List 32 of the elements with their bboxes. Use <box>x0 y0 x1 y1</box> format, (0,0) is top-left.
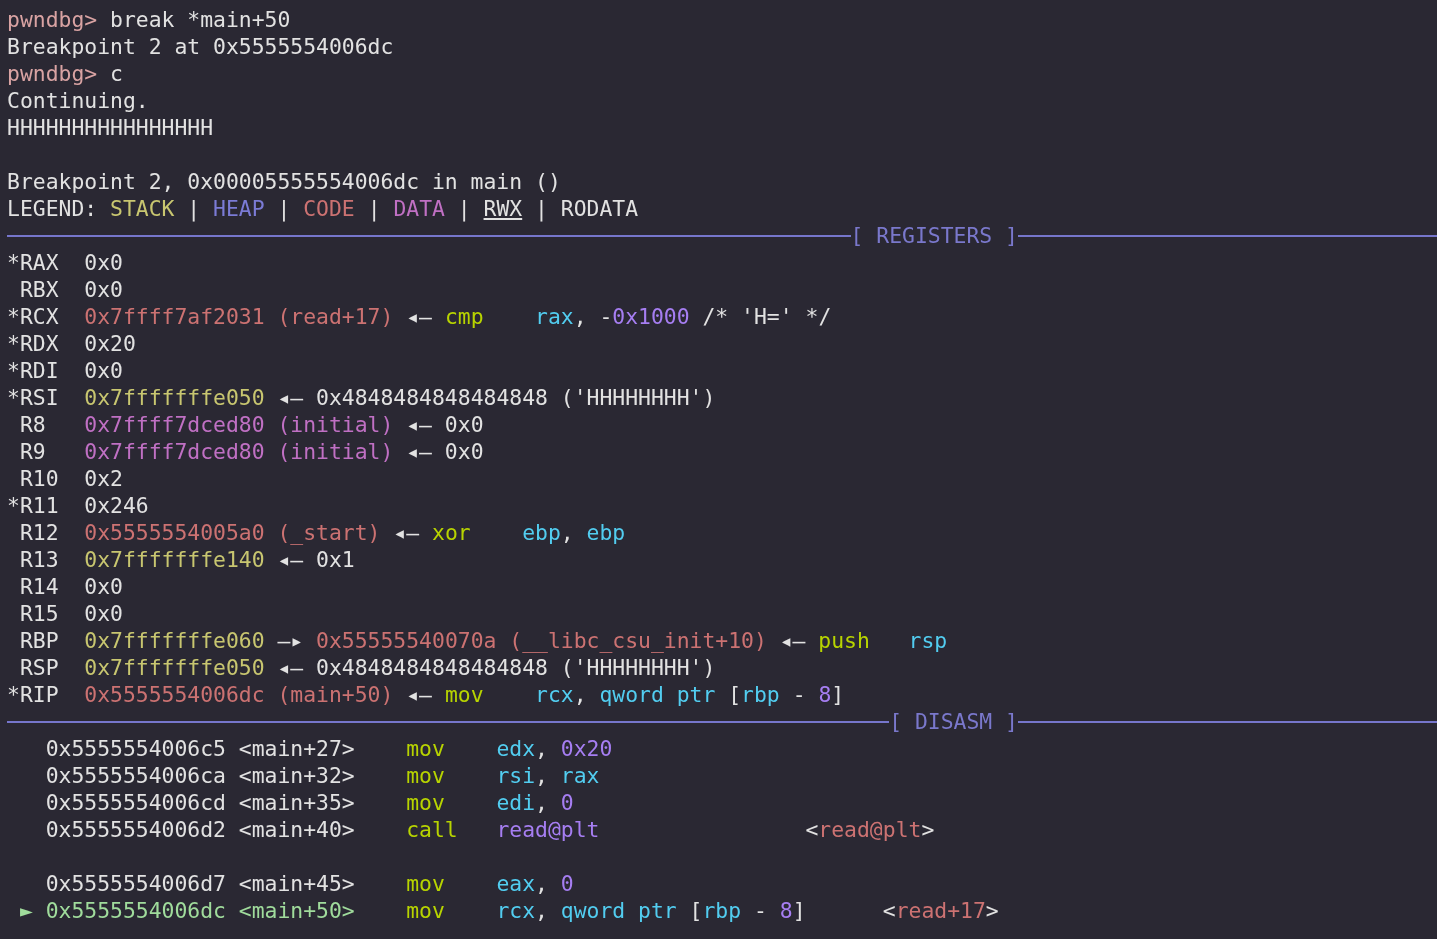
terminal-line: LEGEND: STACK | HEAP | CODE | DATA | RWX | RODATA <box>7 195 639 222</box>
terminal-line: *RSI 0x7fffffffe050 ◂— 0x4848484848484848 ('HHHHHHHH') <box>7 384 716 411</box>
terminal-line: Breakpoint 2 at 0x5555554006dc <box>7 33 394 60</box>
terminal-line: R14 0x0 <box>18 573 123 600</box>
terminal-line: *RDX 0x20 <box>7 330 136 357</box>
terminal-line: HHHHHHHHHHHHHHHH <box>7 114 214 141</box>
terminal-line: ► 0x5555554006dc <main+50> mov rcx, qword ptr [rbp - 8] <read+17> <box>18 897 999 924</box>
terminal-line: 0x5555554006d7 <main+45> mov eax, 0 <box>44 870 574 897</box>
terminal-line: Breakpoint 2, 0x00005555554006dc in main () <box>7 168 561 195</box>
terminal-line: pwndbg> c <box>7 60 123 87</box>
terminal-line: *RAX 0x0 <box>7 249 123 276</box>
terminal-line: RBX 0x0 <box>18 276 123 303</box>
terminal-line: *RIP 0x5555554006dc (main+50) ◂— mov rcx, qword ptr [rbp - 8] <box>7 681 845 708</box>
terminal-line: 0x5555554006c5 <main+27> mov edx, 0x20 <box>44 735 613 762</box>
terminal-line: 0x5555554006d2 <main+40> call read@plt <read@plt> <box>44 816 935 843</box>
terminal-line: R9 0x7ffff7dced80 (initial) ◂— 0x0 <box>18 438 484 465</box>
terminal-line: R8 0x7ffff7dced80 (initial) ◂— 0x0 <box>18 411 484 438</box>
section-header: [ DISASM ] <box>889 708 1018 735</box>
terminal-line: RBP 0x7fffffffe060 —▸ 0x55555540070a (__libc_csu_init+10) ◂— push rsp <box>18 627 948 654</box>
terminal-line: *RDI 0x0 <box>7 357 123 384</box>
terminal-line: R10 0x2 <box>18 465 123 492</box>
terminal-line: 0x5555554006cd <main+35> mov edi, 0 <box>44 789 574 816</box>
section-header: [ REGISTERS ] <box>850 222 1018 249</box>
terminal-line: Continuing. <box>7 87 149 114</box>
terminal-line: 0x5555554006ca <main+32> mov rsi, rax <box>44 762 600 789</box>
terminal-line: pwndbg> break *main+50 <box>7 6 291 33</box>
terminal-line: *RCX 0x7ffff7af2031 (read+17) ◂— cmp rax, -0x1000 /* 'H=' */ <box>7 303 832 330</box>
terminal-line: R13 0x7fffffffe140 ◂— 0x1 <box>18 546 355 573</box>
terminal-line: RSP 0x7fffffffe050 ◂— 0x4848484848484848 ('HHHHHHHH') <box>18 654 716 681</box>
terminal-line: *R11 0x246 <box>7 492 149 519</box>
terminal-line: R15 0x0 <box>18 600 123 627</box>
terminal-line: R12 0x5555554005a0 (_start) ◂— xor ebp, ebp <box>18 519 626 546</box>
